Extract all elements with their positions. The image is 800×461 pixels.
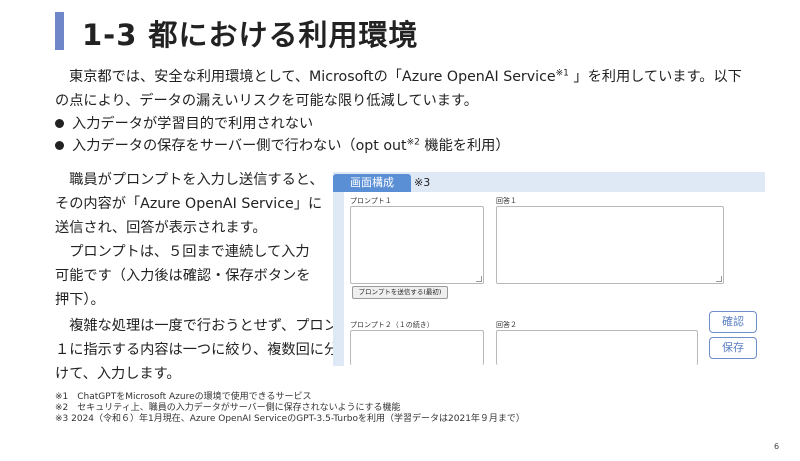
intro-line-1: 東京都では、安全な利用環境として、Microsoftの「Azure OpenAI… xyxy=(55,65,742,89)
page-number: 6 xyxy=(774,442,780,451)
bullet-item: 入力データの保存をサーバー側で行わない（opt out※2 機能を利用） xyxy=(55,135,510,157)
answer2-label: 回答２ xyxy=(496,321,517,329)
bullet-text: 入力データの保存をサーバー側で行わない（opt out xyxy=(72,138,407,154)
text-line: プロンプトは、５回まで連続して入力 xyxy=(55,244,310,260)
text-line: 押下）。 xyxy=(55,292,105,308)
text-line: １に指示する内容は一つに絞り、複数回に分 xyxy=(55,342,339,358)
prompt2-label: プロンプト２（１の続き） xyxy=(350,321,434,329)
send-prompt-button[interactable]: プロンプトを送信する(最初) xyxy=(352,286,448,299)
footnote-ref-1: ※1 xyxy=(555,68,569,79)
text-line: 可能です（入力後は確認・保存ボタンを xyxy=(55,268,311,284)
text-line: その内容が「Azure OpenAI Service」に xyxy=(55,196,323,212)
footnote-3: ※3 2024（令和６）年1月現在、Azure OpenAI ServiceのG… xyxy=(55,414,525,424)
figure-footnote-ref: ※3 xyxy=(414,176,431,189)
left-paragraph-2: プロンプトは、５回まで連続して入力 可能です（入力後は確認・保存ボタンを 押下）… xyxy=(55,240,310,312)
footnote-ref-2: ※2 xyxy=(406,137,420,148)
bullet-text: 入力データが学習目的で利用されない xyxy=(72,116,314,132)
answer1-label: 回答１ xyxy=(496,197,517,205)
intro-line-2: の点により、データの漏えいリスクを可能な限り低減しています。 xyxy=(55,93,478,109)
text-line: 送信され、回答が表示されます。 xyxy=(55,220,267,236)
answer1-textarea[interactable] xyxy=(496,206,724,284)
left-paragraph-3: 複雑な処理は一度で行おうとせず、プロンプト １に指示する内容は一つに絞り、複数回… xyxy=(55,314,366,386)
intro-text-a: 東京都では、安全な利用環境として、Microsoftの「Azure OpenAI… xyxy=(69,69,556,85)
bullet-item: 入力データが学習目的で利用されない xyxy=(55,113,313,135)
prompt1-textarea[interactable] xyxy=(350,206,484,284)
intro-text-b: 」を利用しています。以下 xyxy=(568,69,742,85)
page-title: 1-3 都における利用環境 xyxy=(82,18,419,52)
figure-tab-label: 画面構成 xyxy=(333,174,411,192)
text-line: けて、入力します。 xyxy=(55,366,181,382)
bullet-dot-icon xyxy=(55,118,64,128)
footnote-2: ※2 セキュリティ上、職員の入力データがサーバー側に保存されないようにする機能 xyxy=(55,403,401,413)
prompt1-label: プロンプト１ xyxy=(350,197,392,205)
resize-grip-icon[interactable] xyxy=(476,276,482,282)
footnote-1: ※1 ChatGPTをMicrosoft Azureの環境で使用できるサービス xyxy=(55,392,312,402)
confirm-button[interactable]: 確認 xyxy=(709,311,757,333)
answer2-textarea[interactable] xyxy=(496,330,698,365)
save-button[interactable]: 保存 xyxy=(709,337,757,359)
text-line: 職員がプロンプトを入力し送信すると、 xyxy=(55,172,324,188)
bullet-dot-icon xyxy=(55,140,64,150)
text-line: 複雑な処理は一度で行おうとせず、プロンプト xyxy=(55,318,366,334)
resize-grip-icon[interactable] xyxy=(716,276,722,282)
prompt2-textarea[interactable] xyxy=(350,330,484,365)
bullet-text-after: 機能を利用） xyxy=(419,138,510,154)
left-paragraph-1: 職員がプロンプトを入力し送信すると、 その内容が「Azure OpenAI Se… xyxy=(55,168,324,240)
title-accent-bar xyxy=(55,12,64,50)
